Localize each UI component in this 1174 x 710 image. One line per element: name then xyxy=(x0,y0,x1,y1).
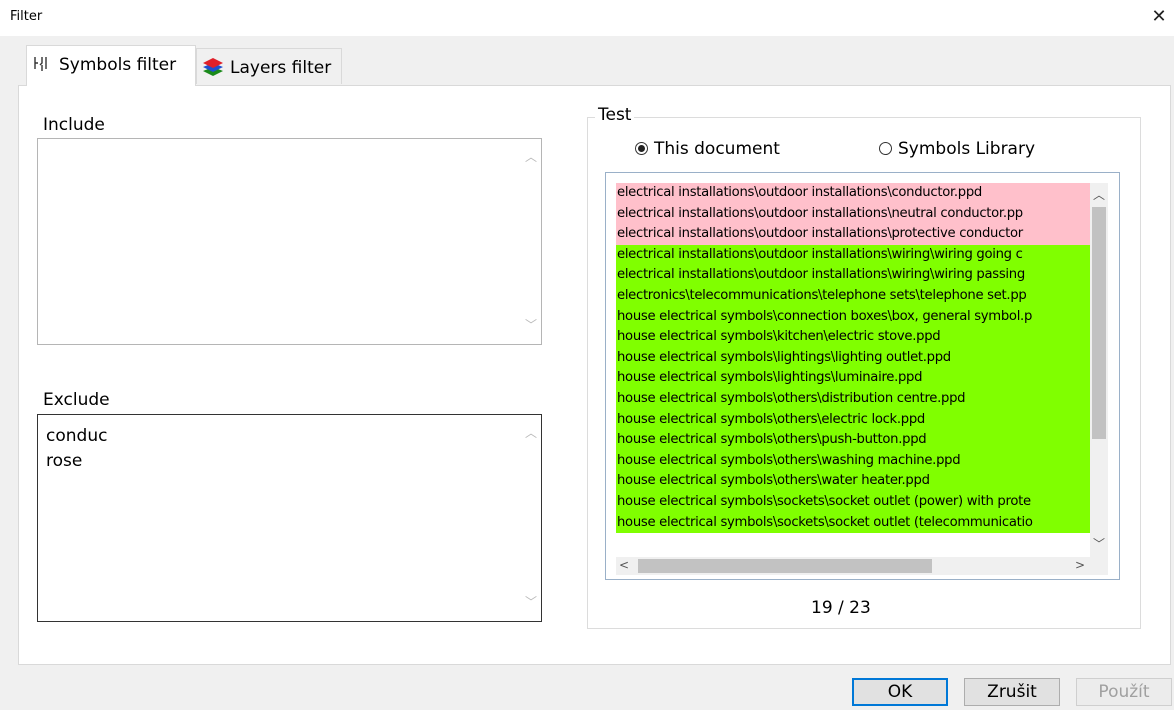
exclude-scroll-up-icon[interactable]: ︿ xyxy=(523,421,539,446)
cancel-button[interactable]: Zrušit xyxy=(964,678,1060,706)
test-result-item[interactable]: house electrical symbols\lightings\light… xyxy=(616,347,1090,369)
tab-symbols-filter[interactable]: Symbols filter xyxy=(26,45,196,86)
radio-symbols-library-label: Symbols Library xyxy=(898,139,1036,159)
exclude-textarea[interactable]: conduc rose ︿ ﹀ xyxy=(37,414,542,622)
include-scroll-down-icon[interactable]: ﹀ xyxy=(523,313,539,338)
scroll-down-icon[interactable]: ﹀ xyxy=(1090,535,1108,552)
match-count: 19 / 23 xyxy=(811,598,871,618)
test-result-item[interactable]: electrical installations\outdoor install… xyxy=(616,183,1090,204)
test-result-item[interactable]: house electrical symbols\sockets\socket … xyxy=(616,512,1090,534)
tab-symbols-filter-label: Symbols filter xyxy=(59,55,177,75)
include-textarea[interactable]: ︿ ﹀ xyxy=(37,138,542,345)
radio-this-document-label: This document xyxy=(654,139,780,159)
test-result-item[interactable]: electrical installations\outdoor install… xyxy=(616,224,1090,245)
include-scroll-up-icon[interactable]: ︿ xyxy=(523,145,539,170)
radio-this-document[interactable]: This document xyxy=(635,139,780,159)
title-bar: Filter ✕ xyxy=(0,0,1174,36)
symbol-icon xyxy=(33,55,49,78)
scroll-up-icon[interactable]: ︿ xyxy=(1090,186,1108,203)
horizontal-scrollbar[interactable]: < > xyxy=(616,557,1090,575)
exclude-label: Exclude xyxy=(43,390,110,410)
tab-layers-filter[interactable]: Layers filter xyxy=(196,48,342,84)
exclude-scroll-down-icon[interactable]: ﹀ xyxy=(523,590,539,615)
test-result-item[interactable]: house electrical symbols\others\electric… xyxy=(616,409,1090,431)
layers-icon xyxy=(202,57,224,82)
close-button[interactable]: ✕ xyxy=(1146,4,1172,30)
scroll-right-icon[interactable]: > xyxy=(1072,558,1088,572)
scrollbar-corner xyxy=(1090,557,1108,575)
ok-button[interactable]: OK xyxy=(852,678,948,706)
test-results-items: electrical installations\outdoor install… xyxy=(616,183,1090,557)
include-label: Include xyxy=(43,115,105,135)
radio-symbols-library[interactable]: Symbols Library xyxy=(879,139,1035,159)
window-title: Filter xyxy=(10,9,43,24)
vertical-scroll-thumb[interactable] xyxy=(1092,207,1106,439)
exclude-line: rose xyxy=(46,451,83,471)
test-result-item[interactable]: house electrical symbols\lightings\lumin… xyxy=(616,368,1090,389)
test-result-item[interactable]: electrical installations\outdoor install… xyxy=(616,203,1090,225)
test-result-item[interactable]: house electrical symbols\others\push-but… xyxy=(616,430,1090,451)
exclude-line: conduc xyxy=(46,426,108,446)
test-result-item[interactable]: electrical installations\outdoor install… xyxy=(616,265,1090,286)
vertical-scrollbar[interactable]: ︿ ﹀ xyxy=(1090,183,1108,557)
test-result-item[interactable]: house electrical symbols\sockets\socket … xyxy=(616,491,1090,513)
tab-layers-filter-label: Layers filter xyxy=(230,58,332,78)
test-results-list[interactable]: electrical installations\outdoor install… xyxy=(605,172,1120,580)
test-result-item[interactable]: house electrical symbols\connection boxe… xyxy=(616,306,1090,328)
test-result-item[interactable]: house electrical symbols\others\water he… xyxy=(616,471,1090,492)
radio-unchecked-icon xyxy=(879,142,892,155)
test-caption: Test xyxy=(595,105,635,125)
horizontal-scroll-thumb[interactable] xyxy=(638,559,932,573)
test-result-item[interactable]: electronics\telecommunications\telephone… xyxy=(616,285,1090,307)
scroll-left-icon[interactable]: < xyxy=(616,558,632,572)
apply-button[interactable]: Použít xyxy=(1076,678,1172,706)
radio-checked-icon xyxy=(635,142,648,155)
test-result-item[interactable]: house electrical symbols\others\washing … xyxy=(616,450,1090,472)
test-result-item[interactable]: electrical installations\outdoor install… xyxy=(616,244,1090,266)
test-result-item[interactable]: house electrical symbols\kitchen\electri… xyxy=(616,327,1090,348)
test-result-item[interactable]: house electrical symbols\others\distribu… xyxy=(616,388,1090,410)
